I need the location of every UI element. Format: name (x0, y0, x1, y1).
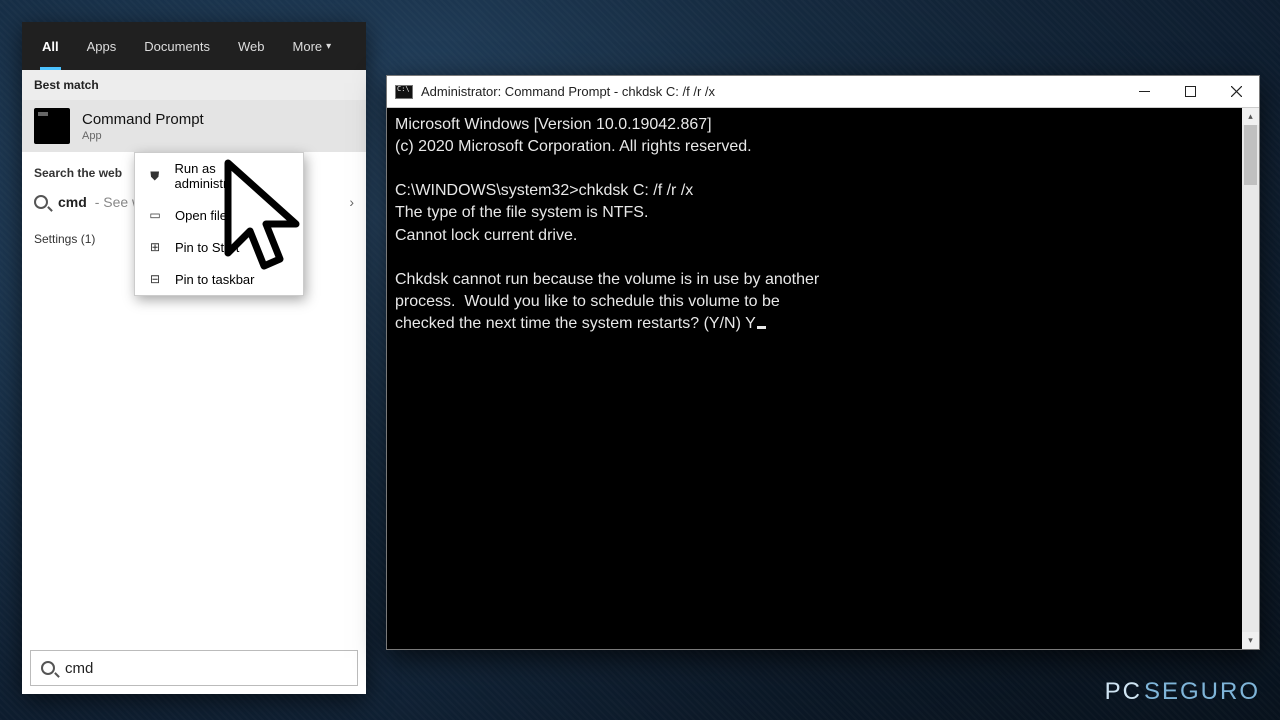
context-menu: ⛊ Run as administrator ▭ Open file locat… (134, 152, 304, 296)
minimize-button[interactable] (1121, 76, 1167, 108)
pin-taskbar-icon: ⊟ (147, 271, 163, 287)
search-icon (41, 661, 55, 675)
ctx-run-as-admin[interactable]: ⛊ Run as administrator (135, 153, 303, 199)
pin-start-icon: ⊞ (147, 239, 163, 255)
watermark: PCSEGURO (1105, 678, 1260, 706)
best-match-result[interactable]: Command Prompt App (22, 100, 366, 152)
watermark-rest: SEGURO (1144, 678, 1260, 706)
tab-apps[interactable]: Apps (73, 22, 131, 70)
scroll-thumb[interactable] (1244, 125, 1257, 185)
ctx-pin-to-start[interactable]: ⊞ Pin to Start (135, 231, 303, 263)
web-query-text: cmd (58, 194, 87, 210)
command-prompt-window: Administrator: Command Prompt - chkdsk C… (386, 75, 1260, 650)
ctx-item-label: Pin to taskbar (175, 272, 255, 287)
window-titlebar[interactable]: Administrator: Command Prompt - chkdsk C… (387, 76, 1259, 108)
maximize-button[interactable] (1167, 76, 1213, 108)
vertical-scrollbar[interactable]: ▴ ▾ (1242, 108, 1259, 649)
admin-shield-icon: ⛊ (147, 168, 163, 184)
search-input[interactable] (65, 660, 347, 677)
tab-more[interactable]: More ▾ (279, 22, 346, 70)
settings-count: (1) (81, 232, 96, 246)
ctx-item-label: Run as administrator (175, 161, 291, 191)
text-cursor-icon (757, 326, 766, 329)
terminal-output[interactable]: Microsoft Windows [Version 10.0.19042.86… (387, 108, 1259, 649)
watermark-pc: PC (1105, 678, 1142, 706)
start-filter-tabs: All Apps Documents Web More ▾ (22, 22, 366, 70)
result-title: Command Prompt (82, 111, 204, 128)
chevron-right-icon: › (349, 194, 354, 210)
ctx-item-label: Pin to Start (175, 240, 239, 255)
chevron-down-icon: ▾ (326, 41, 331, 52)
command-prompt-icon (34, 108, 70, 144)
folder-icon: ▭ (147, 207, 163, 223)
close-button[interactable] (1213, 76, 1259, 108)
window-title: Administrator: Command Prompt - chkdsk C… (421, 84, 715, 99)
start-search-panel: All Apps Documents Web More ▾ Best match… (22, 22, 366, 694)
scroll-up-button[interactable]: ▴ (1242, 108, 1259, 125)
ctx-pin-to-taskbar[interactable]: ⊟ Pin to taskbar (135, 263, 303, 295)
ctx-open-file-location[interactable]: ▭ Open file location (135, 199, 303, 231)
tab-web[interactable]: Web (224, 22, 279, 70)
search-icon (34, 195, 48, 209)
result-subtitle: App (82, 130, 204, 142)
ctx-item-label: Open file location (175, 208, 275, 223)
tab-documents[interactable]: Documents (130, 22, 224, 70)
settings-label: Settings (34, 232, 77, 246)
scroll-down-button[interactable]: ▾ (1242, 632, 1259, 649)
tab-all[interactable]: All (28, 22, 73, 70)
start-search-box[interactable] (30, 650, 358, 686)
best-match-header: Best match (22, 70, 366, 100)
tab-more-label: More (293, 39, 323, 54)
scroll-track[interactable] (1242, 125, 1259, 632)
command-prompt-icon (395, 85, 413, 99)
